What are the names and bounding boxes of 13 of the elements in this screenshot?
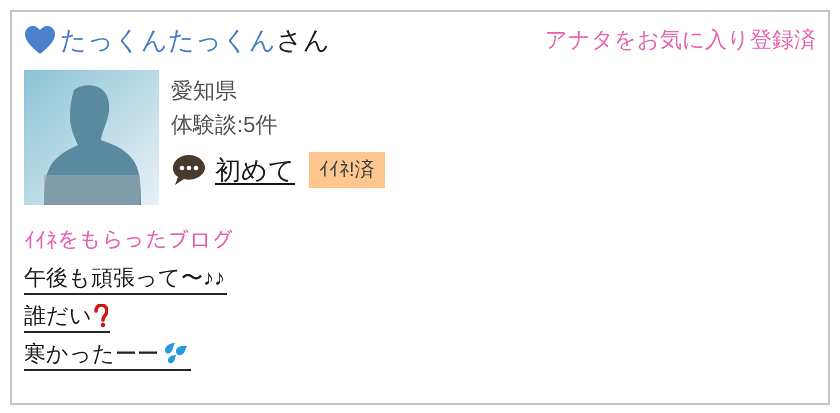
- like-badge: ｲｲﾈ!済: [309, 152, 385, 188]
- prefecture: 愛知県: [171, 77, 238, 105]
- speech-bubble-icon: [171, 153, 207, 187]
- experience-count: 体験談:5件: [171, 111, 278, 139]
- blog-link[interactable]: 寒かったーー: [24, 339, 191, 371]
- comment-link[interactable]: 初めて: [215, 153, 295, 187]
- blog-link[interactable]: 午後も頑張って〜♪♪: [24, 263, 227, 295]
- user-name-link[interactable]: たっくんたっくん: [60, 22, 276, 58]
- name-suffix: さん: [276, 24, 330, 57]
- section-heading: ｲｲﾈをもらったブログ: [24, 227, 234, 255]
- favorite-status: アナタをお気に入り登録済: [545, 26, 816, 54]
- question-mark-icon: [94, 304, 108, 328]
- blog-link[interactable]: 誰だい: [24, 301, 110, 333]
